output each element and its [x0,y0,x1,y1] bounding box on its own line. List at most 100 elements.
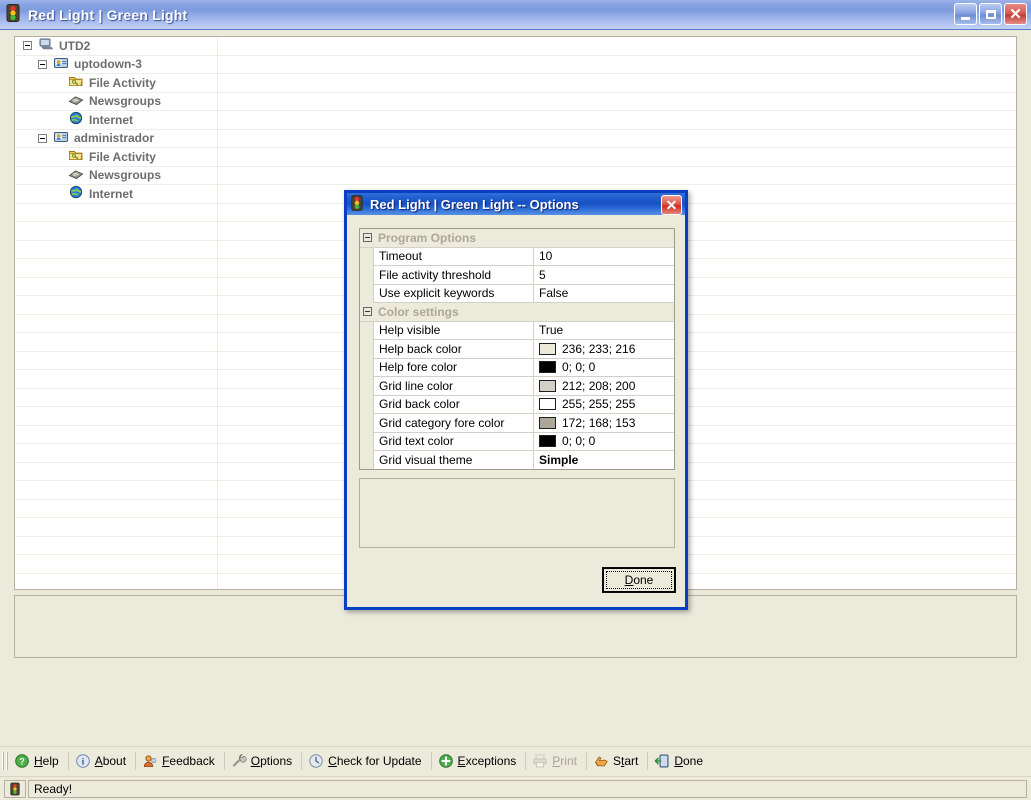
property-value[interactable]: 172; 168; 153 [534,414,674,433]
close-icon: ✕ [1009,5,1022,23]
category-expander-minus-icon[interactable] [363,307,372,317]
close-button[interactable]: ✕ [1004,3,1027,25]
property-value[interactable]: 0; 0; 0 [534,433,674,451]
property-name: Grid text color [374,432,534,451]
tree-node-label: Newsgroups [89,168,162,183]
toolbar-button-options[interactable]: Options [227,749,299,773]
tree-row[interactable]: Newsgroups [15,166,1016,185]
property-value[interactable]: 236; 233; 216 [534,340,674,359]
column-divider [217,222,218,240]
tree-row[interactable]: UTD2 [15,37,1016,56]
property-row[interactable]: Timeout 10 [360,247,674,266]
toolbar-grip[interactable] [2,751,8,770]
color-swatch[interactable] [539,435,556,448]
column-divider [217,425,218,443]
property-gutter [360,414,374,433]
property-row[interactable]: Grid text color 0; 0; 0 [360,432,674,451]
color-value-text: 212; 208; 200 [562,378,636,393]
toolbar-button-label: Print [552,753,577,768]
column-divider [217,370,218,388]
toolbar-button-feedback[interactable]: Feedback [138,749,222,773]
options-property-grid[interactable]: Program Options Timeout 10 File activity th… [359,228,675,470]
property-name: Timeout [374,247,534,266]
toolbar-button-exceptions[interactable]: Exceptions [434,749,524,773]
property-value[interactable]: True [534,322,674,340]
column-divider [217,518,218,536]
toolbar-separator [585,751,587,770]
main-titlebar: Red Light | Green Light ✕ [0,0,1031,30]
column-divider [217,74,218,92]
toolbar-separator [647,751,649,770]
property-value[interactable]: 10 [534,248,674,266]
color-swatch[interactable] [539,342,556,355]
tree-row[interactable]: Newsgroups [15,92,1016,111]
property-row[interactable]: File activity threshold 5 [360,266,674,285]
column-divider [217,536,218,554]
toolbar-button-about[interactable]: i About [71,749,133,773]
application-window: Red Light | Green Light ✕ UTD2 uptodown-3… [0,0,1031,800]
property-gutter [360,358,374,377]
property-row[interactable]: Help visible True [360,321,674,340]
tree-row[interactable]: Internet [15,111,1016,130]
maximize-button[interactable] [979,3,1002,25]
property-value[interactable]: 5 [534,266,674,285]
property-description-pane [359,478,675,548]
column-divider [217,166,218,184]
toolbar-button-help[interactable]: ? Help [10,749,66,773]
tree-node-label: UTD2 [59,38,91,53]
folder-key-icon [68,74,84,91]
minimize-button[interactable] [954,3,977,25]
exceptions-plus-icon [438,753,454,769]
property-name: Use explicit keywords [374,284,534,303]
category-expander-minus-icon[interactable] [363,233,372,243]
tree-expander-minus-icon[interactable] [38,59,47,69]
tree-node-label: File Activity [89,149,156,164]
tree-row[interactable]: File Activity [15,74,1016,93]
toolbar-button-start[interactable]: Start [589,749,645,773]
color-swatch[interactable] [539,416,556,429]
column-divider [217,555,218,573]
property-value[interactable]: 255; 255; 255 [534,396,674,414]
column-divider [217,444,218,462]
property-row[interactable]: Grid back color 255; 255; 255 [360,395,674,414]
tree-node-label: Internet [89,186,134,201]
toolbar-button-label: Check for Update [328,753,422,768]
property-category-header[interactable]: Color settings [360,303,674,322]
property-category-header[interactable]: Program Options [360,229,674,248]
column-divider [217,129,218,147]
property-row[interactable]: Grid line color 212; 208; 200 [360,377,674,396]
property-row[interactable]: Help back color 236; 233; 216 [360,340,674,359]
tree-expander-minus-icon[interactable] [38,133,47,143]
property-value[interactable]: 0; 0; 0 [534,359,674,377]
computer-icon [38,37,54,54]
tree-row[interactable]: administrador [15,129,1016,148]
tree-row[interactable]: File Activity [15,148,1016,167]
column-divider [217,277,218,295]
column-divider [217,388,218,406]
property-row[interactable]: Grid visual theme Simple [360,451,674,469]
property-gutter [360,321,374,340]
dialog-close-button[interactable]: ✕ [661,195,682,215]
property-row[interactable]: Use explicit keywords False [360,284,674,303]
toolbar-separator [135,751,137,770]
toolbar-button-label: About [94,753,127,768]
property-value[interactable]: False [534,285,674,303]
globe-icon [68,185,84,202]
color-value-text: 236; 233; 216 [562,341,636,356]
property-value[interactable]: 212; 208; 200 [534,377,674,396]
tree-node-label: File Activity [89,75,156,90]
toolbar-button-label: Start [612,753,639,768]
tree-row[interactable]: uptodown-3 [15,55,1016,74]
color-swatch[interactable] [539,379,556,392]
tree-expander-minus-icon[interactable] [23,41,32,51]
toolbar-button-print: Print [528,749,584,773]
color-swatch[interactable] [539,398,556,411]
toolbar-button-done[interactable]: Done [650,749,710,773]
column-divider [217,351,218,369]
property-row[interactable]: Help fore color 0; 0; 0 [360,358,674,377]
dialog-done-button[interactable]: Done [602,567,676,593]
toolbar-button-check-for-update[interactable]: Check for Update [304,749,428,773]
color-swatch[interactable] [539,361,556,374]
property-row[interactable]: Grid category fore color 172; 168; 153 [360,414,674,433]
property-value[interactable]: Simple [534,451,674,469]
